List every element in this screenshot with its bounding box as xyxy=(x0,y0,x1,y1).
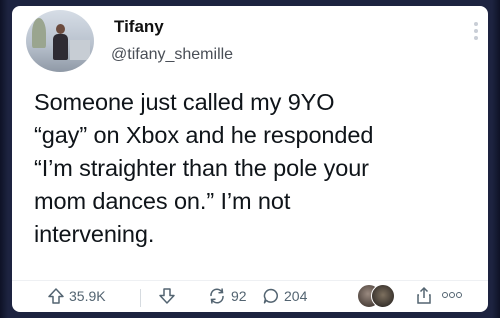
upvote-count: 35.9K xyxy=(69,288,106,304)
avatar-person-body xyxy=(53,34,68,60)
reply-button[interactable]: 204 xyxy=(262,287,307,305)
avatar-person-head xyxy=(56,24,65,34)
repost-icon xyxy=(210,288,224,304)
author-name[interactable]: Tifany xyxy=(114,17,164,37)
share-button[interactable] xyxy=(415,286,433,311)
tweet-line: Someone just called my 9YO xyxy=(34,89,335,115)
downvote-button[interactable] xyxy=(158,287,176,305)
avatar-backdrop xyxy=(70,40,90,60)
upvote-button[interactable]: 35.9K xyxy=(47,287,106,305)
repost-count: 92 xyxy=(231,288,247,304)
downvote-icon xyxy=(159,288,175,304)
author-handle[interactable]: @tifany_shemille xyxy=(111,46,233,64)
action-bar: 35.9K 92 204 xyxy=(12,280,488,312)
reply-icon xyxy=(263,288,278,304)
avatar[interactable] xyxy=(26,10,94,72)
repost-button[interactable]: 92 xyxy=(207,287,247,305)
tweet-line: intervening. xyxy=(34,221,155,247)
upvote-icon xyxy=(48,288,64,304)
scroll-handle xyxy=(474,22,478,40)
tweet-card: Tifany @tifany_shemille Someone just cal… xyxy=(12,6,488,312)
reply-count: 204 xyxy=(284,288,308,304)
tweet-line: “gay” on Xbox and he responded xyxy=(34,122,374,148)
more-icon[interactable] xyxy=(442,292,462,298)
avatar-tree xyxy=(32,18,46,48)
tweet-line: mom dances on.” I’m not xyxy=(34,188,291,214)
tweet-text: Someone just called my 9YO “gay” on Xbox… xyxy=(34,86,484,251)
divider xyxy=(140,289,141,307)
award-avatar xyxy=(371,284,395,308)
awards-avatars[interactable] xyxy=(357,284,397,308)
tweet-line: “I’m straighter than the pole your xyxy=(34,155,369,181)
share-icon xyxy=(417,286,431,304)
